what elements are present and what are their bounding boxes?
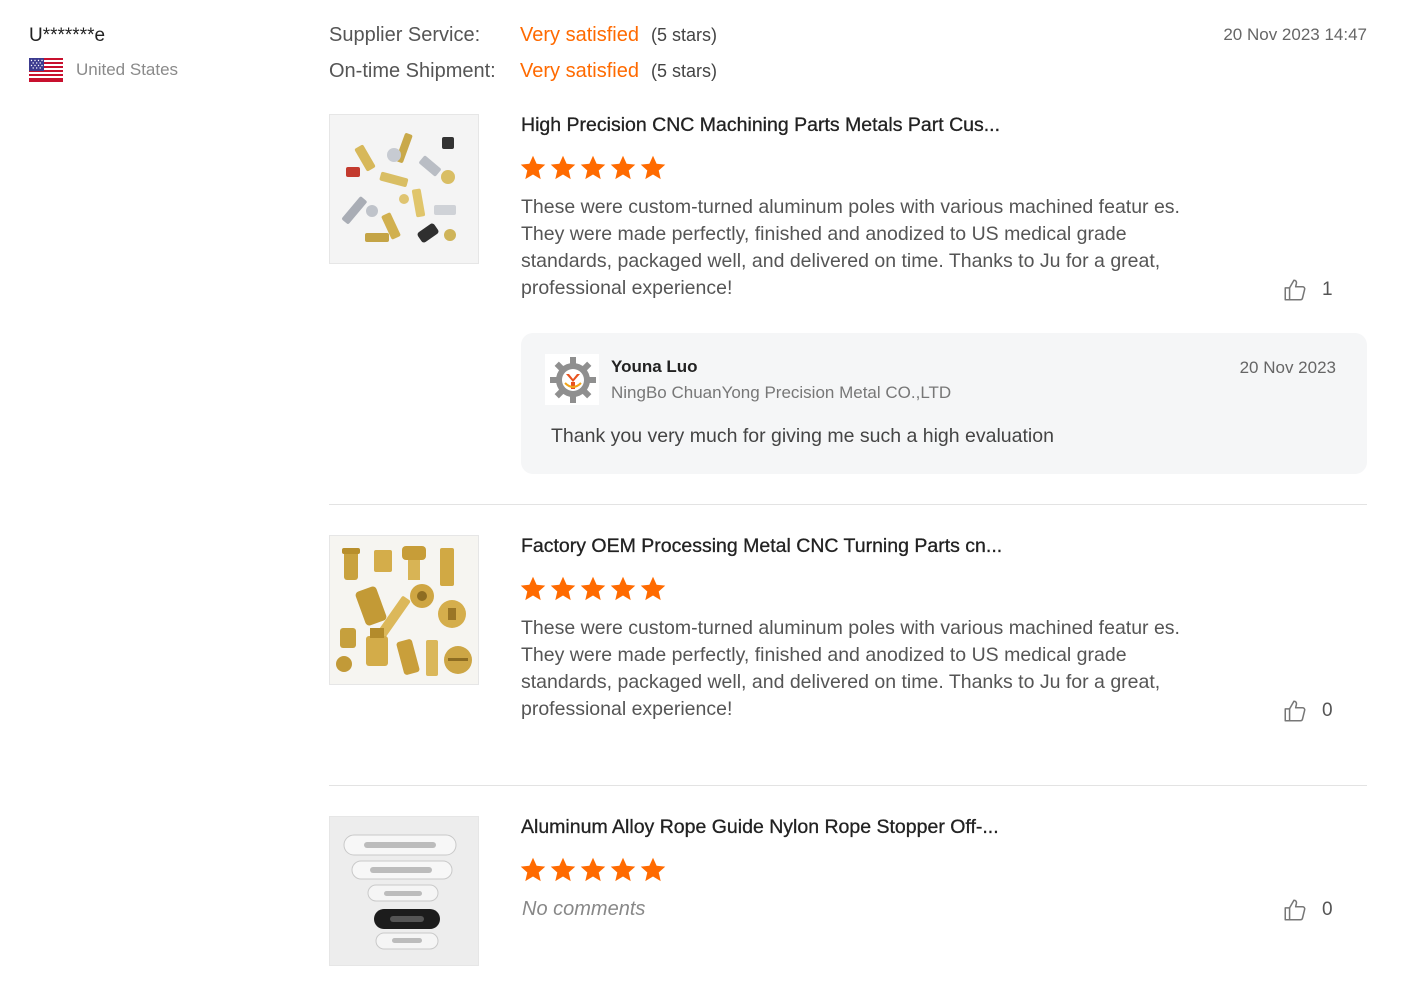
star-icon	[640, 857, 666, 882]
reply-author-name: Youna Luo	[611, 357, 698, 376]
rating-stars-text: (5 stars)	[650, 61, 717, 81]
rating-label: On-time Shipment:	[329, 60, 496, 82]
like-count: 0	[1322, 899, 1333, 920]
reviewer-info: U*******e United States	[29, 24, 178, 82]
reviewer-name: U*******e	[29, 25, 106, 46]
brass-parts-image	[330, 536, 478, 684]
rating-on-time-shipment: On-time Shipment: Very satisfied (5 star…	[329, 60, 717, 96]
star-icon	[640, 155, 666, 180]
supplier-reply: Youna Luo NingBo ChuanYong Precision Met…	[521, 333, 1367, 474]
like-count: 1	[1322, 279, 1333, 300]
star-icon	[640, 576, 666, 601]
star-icon	[610, 155, 636, 180]
product-thumbnail[interactable]	[329, 535, 479, 685]
no-comments-text: No comments	[522, 898, 646, 920]
reply-company-name[interactable]: NingBo ChuanYong Precision Metal CO.,LTD	[611, 383, 951, 403]
star-icon	[550, 576, 576, 601]
like-button[interactable]: 1	[1282, 277, 1333, 303]
star-icon	[580, 857, 606, 882]
star-icon	[520, 576, 546, 601]
star-icon	[520, 857, 546, 882]
thumbs-up-icon	[1284, 700, 1306, 722]
star-icon	[520, 155, 546, 180]
like-count: 0	[1322, 700, 1333, 721]
rating-supplier-service: Supplier Service: Very satisfied (5 star…	[329, 24, 717, 60]
review-text: These were custom-turned aluminum poles …	[521, 196, 1180, 299]
thumbs-up-icon	[1284, 279, 1306, 301]
like-button[interactable]: 0	[1282, 897, 1333, 923]
star-icon	[580, 155, 606, 180]
product-title[interactable]: High Precision CNC Machining Parts Metal…	[521, 114, 1000, 137]
gear-logo-icon	[550, 357, 596, 403]
product-star-rating	[519, 856, 667, 884]
reply-text: Thank you very much for giving me such a…	[551, 425, 1054, 447]
rating-value: Very satisfied	[520, 60, 639, 82]
rope-guide-image	[330, 817, 478, 965]
product-title[interactable]: Aluminum Alloy Rope Guide Nylon Rope Sto…	[521, 816, 999, 839]
rating-summary: Supplier Service: Very satisfied (5 star…	[329, 24, 717, 96]
star-icon	[610, 576, 636, 601]
like-button[interactable]: 0	[1282, 698, 1333, 724]
machined-parts-image	[330, 115, 478, 263]
star-icon	[550, 857, 576, 882]
product-title[interactable]: Factory OEM Processing Metal CNC Turning…	[521, 535, 1002, 558]
supplier-logo	[545, 354, 599, 405]
star-icon	[610, 857, 636, 882]
rating-value: Very satisfied	[520, 24, 639, 46]
reply-date: 20 Nov 2023	[1239, 358, 1336, 377]
star-icon	[550, 155, 576, 180]
reviewer-country: United States	[76, 60, 179, 79]
rating-label: Supplier Service:	[329, 24, 481, 46]
divider	[329, 504, 1367, 505]
review-text: These were custom-turned aluminum poles …	[521, 617, 1180, 720]
product-thumbnail[interactable]	[329, 114, 479, 264]
review-date: 20 Nov 2023 14:47	[1223, 25, 1367, 44]
us-flag-icon	[29, 58, 63, 82]
thumbs-up-icon	[1284, 899, 1306, 921]
product-thumbnail[interactable]	[329, 816, 479, 966]
star-icon	[580, 576, 606, 601]
divider	[329, 785, 1367, 786]
rating-stars-text: (5 stars)	[650, 25, 717, 45]
reviewer-country-row: United States	[29, 58, 178, 82]
product-star-rating	[519, 154, 667, 182]
product-star-rating	[519, 575, 667, 603]
